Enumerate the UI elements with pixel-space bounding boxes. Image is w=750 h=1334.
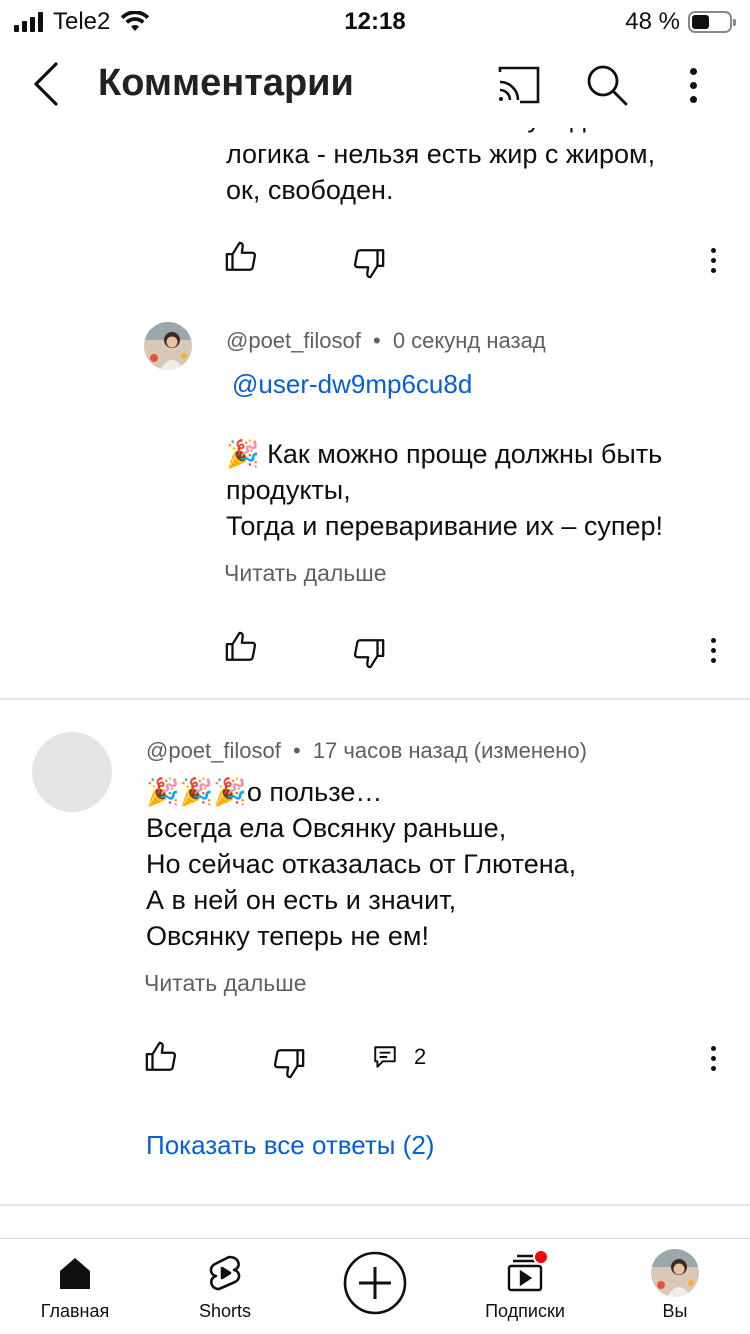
comment-meta: @poet_filosof • 17 часов назад (изменено… xyxy=(146,738,587,764)
dislike-icon[interactable] xyxy=(272,1046,306,1080)
more-options-icon[interactable] xyxy=(708,638,718,668)
party-popper-icon: 🎉 xyxy=(226,439,260,469)
notification-dot xyxy=(533,1249,549,1265)
reply-line: Как можно проще должны быть xyxy=(267,439,663,469)
divider xyxy=(0,698,750,700)
bottom-navigation: Главная Shorts Подписки Вы xyxy=(0,1238,750,1334)
reply-count: 2 xyxy=(414,1044,427,1069)
comment-time: 17 часов назад (изменено) xyxy=(312,738,587,763)
comment-line: Всегда ела Овсянку раньше, xyxy=(146,813,507,843)
like-icon[interactable] xyxy=(224,630,258,664)
meta-separator: • xyxy=(372,328,381,353)
comment-line: о пользе… xyxy=(246,777,383,807)
show-replies-link[interactable]: Показать все ответы (2) xyxy=(146,1130,434,1161)
like-icon[interactable] xyxy=(224,240,258,274)
dislike-icon[interactable] xyxy=(352,246,386,280)
nav-home[interactable]: Главная xyxy=(0,1239,150,1334)
profile-avatar xyxy=(651,1249,699,1297)
page-title: Комментарии xyxy=(98,62,354,104)
create-plus-icon xyxy=(343,1251,407,1315)
comment-line: логика - нельзя есть жир с жиром, xyxy=(226,139,656,169)
comment-text: 🎉🎉🎉о пользе… Всегда ела Овсянку раньше, … xyxy=(146,774,726,954)
home-icon xyxy=(60,1258,90,1289)
nav-shorts[interactable]: Shorts xyxy=(150,1239,300,1334)
reply-comment-icon xyxy=(374,1046,396,1068)
party-popper-icons: 🎉🎉🎉 xyxy=(146,777,247,807)
like-icon[interactable] xyxy=(144,1040,178,1074)
nav-label: Shorts xyxy=(198,1301,252,1321)
nav-label: Вы xyxy=(662,1301,688,1321)
back-arrow-icon[interactable] xyxy=(26,60,70,108)
shorts-icon xyxy=(209,1255,241,1291)
battery-percent: 48 % xyxy=(625,8,680,35)
comment-line: Но сейчас отказалась от Глютена, xyxy=(146,849,577,879)
more-options-icon[interactable] xyxy=(708,1046,718,1076)
comment-line: А в ней он есть и значит, xyxy=(146,885,457,915)
app-header: Комментарии xyxy=(0,42,750,128)
reply-text: 🎉 Как можно проще должны быть продукты, … xyxy=(226,436,726,544)
reply-line: Тогда и переваривание их – супер! xyxy=(226,511,664,541)
nav-label: Главная xyxy=(40,1301,110,1321)
reply-meta: @poet_filosof • 0 секунд назад xyxy=(226,328,546,354)
avatar[interactable] xyxy=(144,322,192,370)
nav-subscriptions[interactable]: Подписки xyxy=(450,1239,600,1334)
dislike-icon[interactable] xyxy=(352,636,386,670)
comment-line: Овсянку теперь не ем! xyxy=(146,921,429,951)
comment-author[interactable]: @poet_filosof xyxy=(146,738,281,763)
meta-separator: • xyxy=(292,738,301,763)
read-more-link[interactable]: Читать дальше xyxy=(224,560,387,587)
battery-icon xyxy=(688,11,736,33)
partial-comment-text: тоже же что ты плохого увидел? Твоя логи… xyxy=(226,128,726,208)
more-vert-icon[interactable] xyxy=(670,68,716,114)
reply-time: 0 секунд назад xyxy=(392,328,546,353)
status-bar: Tele2 12:18 48 % xyxy=(0,0,750,42)
comments-list[interactable]: тоже же что ты плохого увидел? Твоя логи… xyxy=(0,128,750,1238)
divider xyxy=(0,1204,750,1206)
reply-button[interactable]: 2 xyxy=(372,1044,426,1070)
more-options-icon[interactable] xyxy=(708,248,718,278)
search-icon[interactable] xyxy=(584,62,630,108)
nav-create[interactable] xyxy=(300,1239,450,1334)
comment-line: ок, свободен. xyxy=(226,175,394,205)
mention-link[interactable]: @user-dw9mp6cu8d xyxy=(232,366,472,402)
nav-you[interactable]: Вы xyxy=(600,1239,750,1334)
avatar-placeholder[interactable] xyxy=(32,732,112,812)
reply-line: продукты, xyxy=(226,475,351,505)
nav-label: Подписки xyxy=(485,1301,565,1321)
comment-line: тоже же что ты плохого увидел? Твоя xyxy=(226,128,726,136)
reply-author[interactable]: @poet_filosof xyxy=(226,328,361,353)
read-more-link[interactable]: Читать дальше xyxy=(144,970,307,997)
cast-icon[interactable] xyxy=(496,62,542,108)
